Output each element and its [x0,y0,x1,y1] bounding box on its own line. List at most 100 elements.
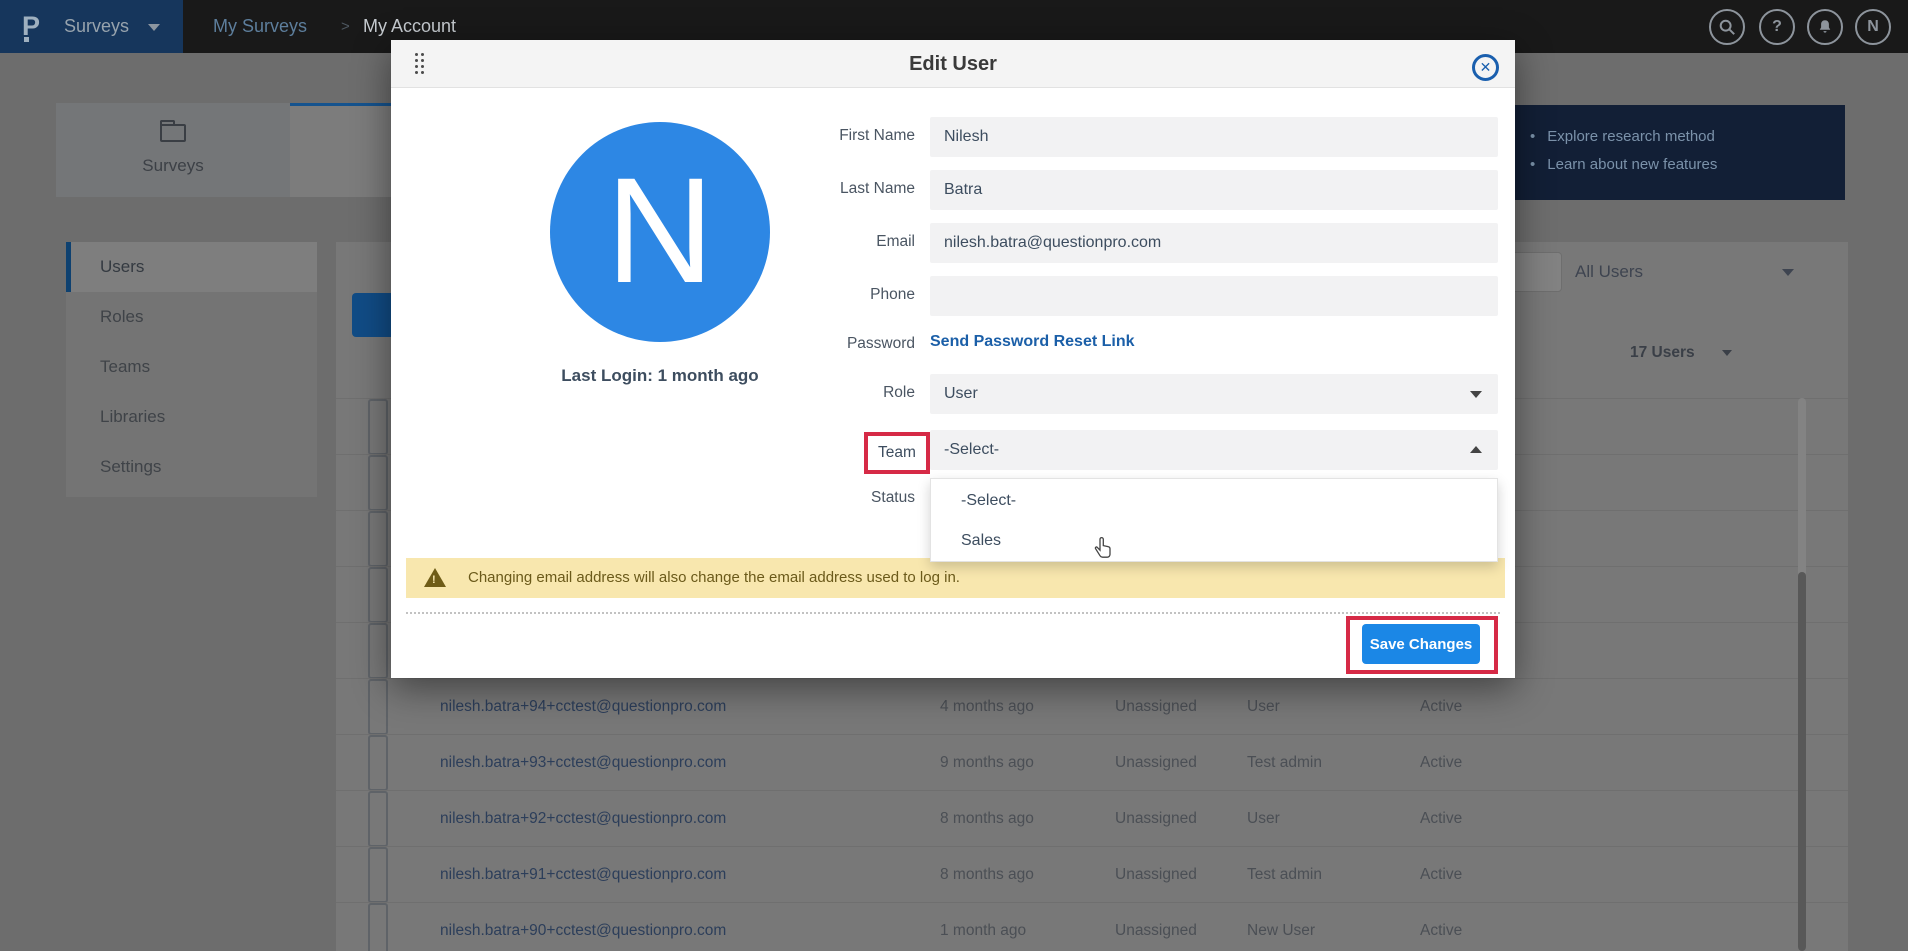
team-option-select[interactable]: -Select- [931,482,1497,520]
warning-text: Changing email address will also change … [468,558,960,598]
user-email-link[interactable]: nilesh.batra+91+cctest@questionpro.com [440,847,726,903]
status-cell: Active [1420,903,1462,951]
table-row: nilesh.batra+94+cctest@questionpro.com 4… [336,678,1848,734]
role-select[interactable]: User [930,374,1498,414]
role-cell: Test admin [1247,735,1322,791]
password-label: Password [785,335,915,353]
phone-label: Phone [785,286,915,304]
team-cell: Unassigned [1115,847,1197,903]
notifications-bell-icon[interactable] [1807,9,1843,45]
questionpro-logo-dot [24,37,29,42]
row-checkbox[interactable] [368,735,388,791]
team-cell: Unassigned [1115,735,1197,791]
tip-link-features[interactable]: Learn about new features [1530,151,1845,179]
row-checkbox[interactable] [368,791,388,847]
table-row: nilesh.batra+90+cctest@questionpro.com 1… [336,902,1848,951]
user-count-label[interactable]: 17 Users [1630,344,1695,362]
save-changes-button[interactable]: Save Changes [1362,624,1480,664]
team-cell: Unassigned [1115,791,1197,847]
role-cell: User [1247,679,1280,735]
phone-field[interactable] [930,276,1498,316]
row-checkbox[interactable] [368,623,388,679]
last-login-cell: 8 months ago [940,791,1034,847]
scrollbar-thumb[interactable] [1798,572,1806,951]
search-icon[interactable] [1709,9,1745,45]
email-change-warning: ! Changing email address will also chang… [406,558,1505,598]
sidebar-item-roles[interactable]: Roles [66,292,317,342]
chevron-down-icon [1782,269,1794,276]
last-login-cell: 8 months ago [940,847,1034,903]
product-switcher[interactable]: P Surveys [0,0,183,53]
breadcrumb-separator: > [341,0,350,53]
table-row: nilesh.batra+92+cctest@questionpro.com 8… [336,790,1848,846]
last-login-cell: 4 months ago [940,679,1034,735]
row-checkbox[interactable] [368,567,388,623]
user-email-link[interactable]: nilesh.batra+94+cctest@questionpro.com [440,679,726,735]
edit-user-modal: Edit User ✕ N Last Login: 1 month ago Fi… [391,40,1515,678]
tips-panel: Explore research method Learn about new … [1490,105,1845,200]
role-cell: Test admin [1247,847,1322,903]
modal-header: Edit User ✕ [391,40,1515,88]
status-cell: Active [1420,679,1462,735]
user-avatar-large: N [550,122,770,342]
team-cell: Unassigned [1115,903,1197,951]
row-checkbox[interactable] [368,679,388,735]
user-email-link[interactable]: nilesh.batra+90+cctest@questionpro.com [440,903,726,951]
sidebar-item-libraries[interactable]: Libraries [66,392,317,442]
team-option-sales[interactable]: Sales [931,522,1497,560]
warning-exclamation: ! [432,574,436,586]
breadcrumb-my-surveys[interactable]: My Surveys [213,0,307,53]
email-field[interactable] [930,223,1498,263]
team-label-highlighted: Team [864,432,930,474]
last-login-cell: 9 months ago [940,735,1034,791]
help-icon[interactable]: ? [1759,9,1795,45]
role-cell: New User [1247,903,1315,951]
row-checkbox[interactable] [368,903,388,951]
modal-title: Edit User [391,40,1515,88]
drag-handle-icon[interactable] [415,53,418,56]
team-cell: Unassigned [1115,679,1197,735]
user-filter-dropdown[interactable]: All Users [1575,253,1908,291]
last-login-text: Last Login: 1 month ago [455,366,865,386]
sidebar-item-settings[interactable]: Settings [66,442,317,492]
last-name-field[interactable] [930,170,1498,210]
chevron-up-icon [1470,446,1482,453]
first-name-field[interactable] [930,117,1498,157]
role-cell: User [1247,791,1280,847]
table-row: nilesh.batra+93+cctest@questionpro.com 9… [336,734,1848,790]
user-email-link[interactable]: nilesh.batra+93+cctest@questionpro.com [440,735,726,791]
row-checkbox[interactable] [368,399,388,455]
tip-link-research[interactable]: Explore research method [1530,123,1845,151]
row-checkbox[interactable] [368,511,388,567]
product-name[interactable]: Surveys [64,0,129,53]
tab-surveys[interactable]: Surveys [56,103,290,197]
chevron-down-icon [1470,391,1482,398]
last-name-label: Last Name [785,180,915,198]
user-avatar[interactable]: N [1855,9,1891,45]
team-selected-value: -Select- [944,441,999,458]
status-cell: Active [1420,791,1462,847]
tab-surveys-label: Surveys [56,156,290,176]
role-label: Role [785,384,915,402]
mouse-cursor-icon [1091,536,1115,564]
account-sidebar: Users Roles Teams Libraries Settings [66,242,317,497]
first-name-label: First Name [785,127,915,145]
row-checkbox[interactable] [368,455,388,511]
team-select[interactable]: -Select- [930,430,1498,470]
footer-divider [406,612,1500,614]
chevron-down-icon [1722,350,1732,356]
status-cell: Active [1420,847,1462,903]
user-email-link[interactable]: nilesh.batra+92+cctest@questionpro.com [440,791,726,847]
sidebar-item-users[interactable]: Users [66,242,317,292]
status-label: Status [785,489,915,507]
status-cell: Active [1420,735,1462,791]
close-icon[interactable]: ✕ [1472,54,1499,81]
table-row: nilesh.batra+91+cctest@questionpro.com 8… [336,846,1848,902]
folder-icon [160,124,186,142]
role-selected-value: User [944,385,978,402]
password-reset-link[interactable]: Send Password Reset Link [930,333,1135,351]
chevron-down-icon [148,24,160,31]
row-checkbox[interactable] [368,847,388,903]
sidebar-item-teams[interactable]: Teams [66,342,317,392]
last-login-cell: 1 month ago [940,903,1026,951]
